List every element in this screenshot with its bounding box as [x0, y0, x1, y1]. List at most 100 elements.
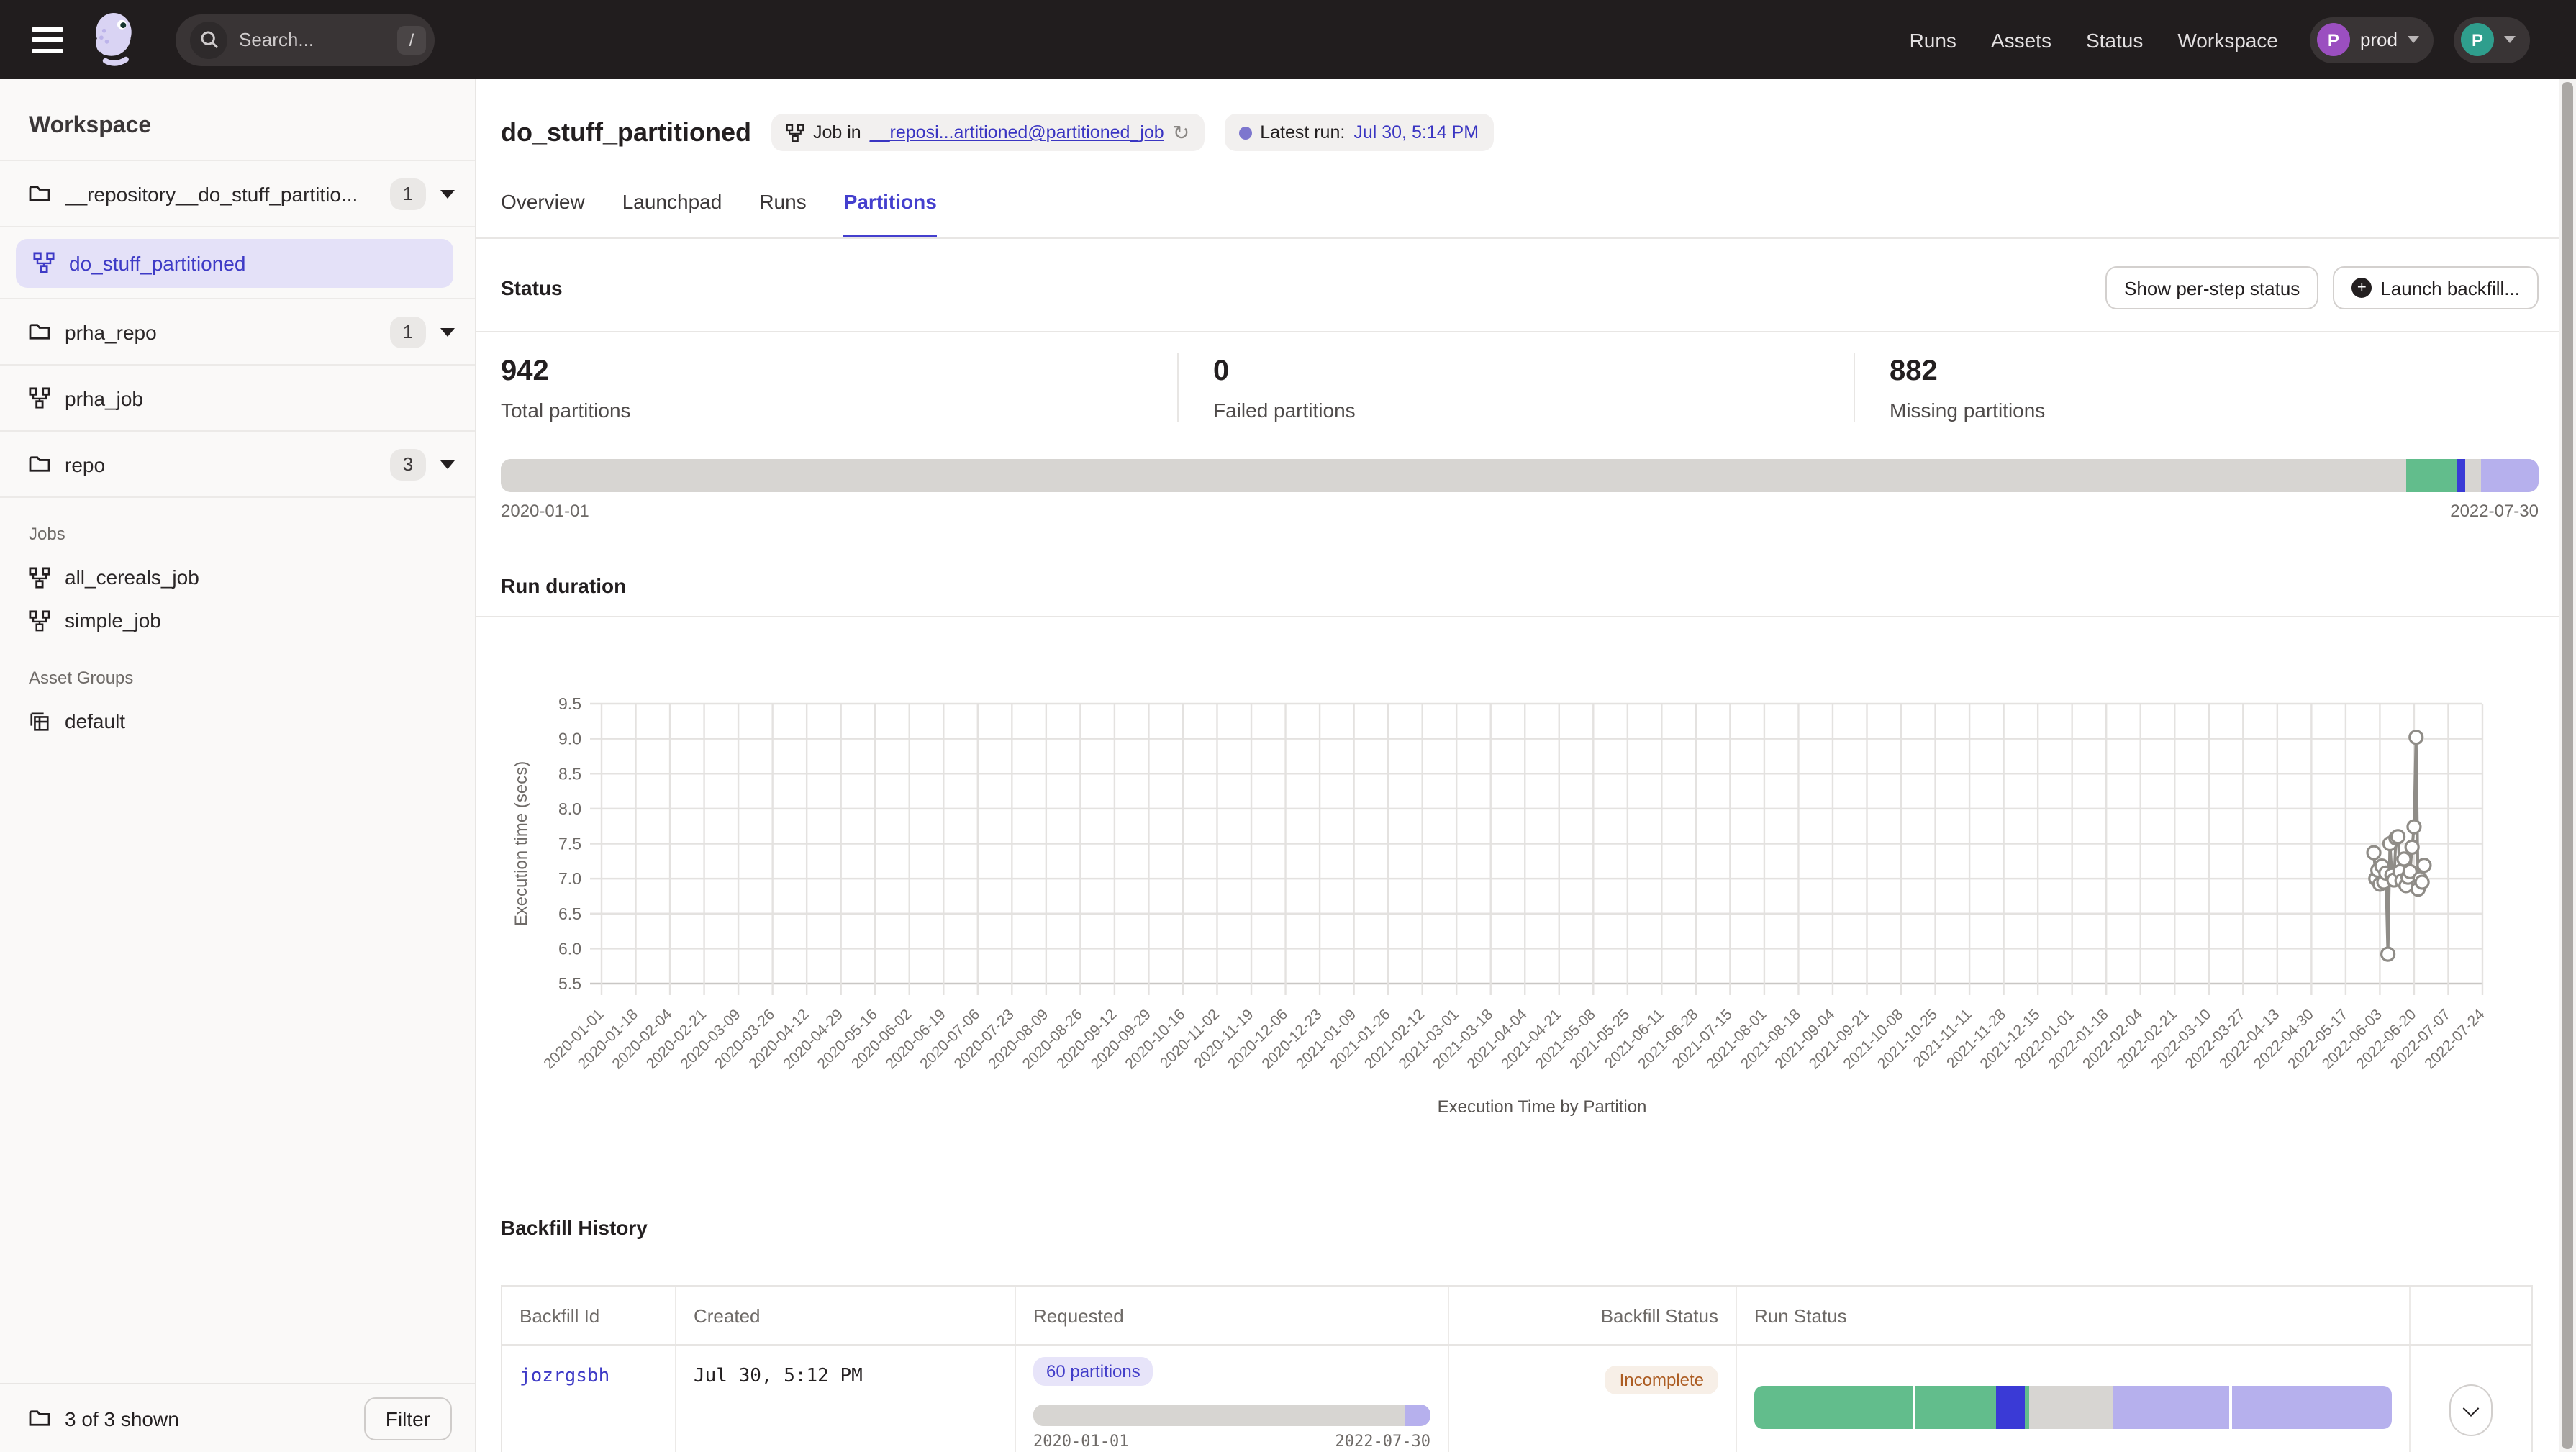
scrollbar-thumb[interactable] — [2562, 82, 2573, 1449]
sidebar-item-default-asset-group[interactable]: default — [0, 699, 475, 743]
launch-backfill-button[interactable]: + Launch backfill... — [2333, 266, 2539, 309]
latest-run-tag: Latest run: Jul 30, 5:14 PM — [1224, 114, 1493, 151]
run-status-bar[interactable] — [1754, 1385, 2392, 1428]
sidebar-item-label: prha_job — [65, 386, 143, 409]
sidebar-item-all-cereals-job[interactable]: all_cereals_job — [0, 555, 475, 599]
topbar: Search... / Runs Assets Status Workspace… — [0, 0, 2576, 79]
tab-partitions[interactable]: Partitions — [844, 190, 937, 237]
run-bar-segment — [1997, 1385, 2025, 1428]
search-input[interactable]: Search... / — [176, 14, 435, 65]
tab-overview[interactable]: Overview — [501, 190, 585, 237]
table-header-row: Backfill Id Created Requested Backfill S… — [502, 1287, 2531, 1344]
run-bar-segment — [2113, 1385, 2230, 1428]
vertical-scrollbar[interactable] — [2559, 79, 2576, 1452]
search-placeholder: Search... — [239, 29, 397, 50]
created-cell: Jul 30, 5:12 PM — [675, 1346, 1015, 1452]
job-origin-prefix: Job in — [813, 122, 861, 142]
requested-progress-bar — [1033, 1405, 1430, 1426]
jobs-section-label: Jobs — [0, 498, 475, 555]
bar-start-date: 2020-01-01 — [501, 501, 589, 521]
backfill-id-link[interactable]: jozrgsbh — [520, 1366, 609, 1387]
folder-icon — [29, 184, 50, 203]
run-bar-segment — [2232, 1385, 2392, 1428]
svg-text:6.5: 6.5 — [558, 904, 581, 923]
asset-group-label: default — [65, 709, 125, 732]
stat-value: 0 — [1213, 353, 1854, 390]
run-bar-segment — [1915, 1385, 1997, 1428]
job-tabs: Overview Launchpad Runs Partitions — [476, 190, 2559, 239]
tab-launchpad[interactable]: Launchpad — [622, 190, 722, 237]
tab-runs[interactable]: Runs — [759, 190, 806, 237]
requested-start-date: 2020-01-01 — [1033, 1432, 1128, 1451]
user-menu[interactable]: P — [2454, 17, 2530, 63]
selected-job-tile[interactable]: do_stuff_partitioned — [16, 238, 453, 287]
nav-assets[interactable]: Assets — [1991, 28, 2051, 51]
bar-segment — [1405, 1405, 1430, 1426]
requested-end-date: 2022-07-30 — [1335, 1432, 1430, 1451]
shown-count: 3 of 3 shown — [65, 1407, 179, 1430]
sidebar-item-prha-job[interactable]: prha_job — [0, 364, 475, 430]
stat-value: 882 — [1890, 353, 2530, 390]
count-badge: 3 — [390, 448, 426, 480]
partition-status-bar[interactable] — [501, 459, 2539, 492]
chart-grid: 9.59.08.58.07.57.06.56.05.52020-01-01202… — [540, 694, 2487, 1072]
folder-icon — [29, 455, 50, 473]
nav-workspace[interactable]: Workspace — [2177, 28, 2278, 51]
run-bar-segment — [1754, 1385, 1913, 1428]
filter-button[interactable]: Filter — [364, 1397, 452, 1440]
stat-value: 942 — [501, 353, 1177, 390]
count-badge: 1 — [390, 178, 426, 209]
stat-label: Total partitions — [501, 399, 1177, 422]
bar-segment — [2406, 459, 2457, 492]
partition-bar-dates: 2020-01-01 2022-07-30 — [501, 501, 2539, 521]
sidebar-item-repo[interactable]: repo 3 — [0, 430, 475, 496]
expand-caret-icon[interactable] — [440, 460, 455, 468]
page-title: do_stuff_partitioned — [501, 112, 751, 153]
reload-icon[interactable]: ↻ — [1173, 120, 1189, 145]
y-axis-label: Execution time (secs) — [512, 761, 531, 926]
col-actions — [2409, 1287, 2531, 1344]
bar-end-date: 2022-07-30 — [2450, 501, 2539, 521]
folder-icon — [29, 1409, 50, 1428]
latest-run-link[interactable]: Jul 30, 5:14 PM — [1353, 122, 1479, 142]
expand-caret-icon[interactable] — [440, 189, 455, 198]
folder-icon — [29, 322, 50, 341]
stat-label: Failed partitions — [1213, 399, 1854, 422]
sidebar-item-repository-do-stuff[interactable]: __repository__do_stuff_partitio... 1 — [0, 160, 475, 226]
job-label: all_cereals_job — [65, 566, 199, 589]
status-badge: Incomplete — [1605, 1366, 1718, 1394]
chevron-down-icon — [2504, 36, 2516, 43]
sidebar-item-label: __repository__do_stuff_partitio... — [65, 182, 390, 205]
nav-status[interactable]: Status — [2086, 28, 2143, 51]
expand-caret-icon[interactable] — [440, 327, 455, 336]
col-created: Created — [675, 1287, 1015, 1344]
asset-groups-section-label: Asset Groups — [0, 642, 475, 699]
hamburger-icon — [32, 27, 63, 31]
sidebar-item-simple-job[interactable]: simple_job — [0, 599, 475, 642]
svg-text:6.0: 6.0 — [558, 939, 581, 958]
deployment-label: prod — [2360, 29, 2398, 50]
expand-row-button[interactable] — [2449, 1384, 2493, 1435]
backfill-id-cell: jozrgsbh — [502, 1346, 675, 1452]
status-heading: Status — [501, 276, 563, 299]
job-icon — [29, 566, 50, 588]
sidebar-item-do-stuff-partitioned[interactable]: do_stuff_partitioned — [0, 226, 475, 298]
deployment-switcher[interactable]: P prod — [2310, 17, 2434, 63]
nav-runs[interactable]: Runs — [1910, 28, 1956, 51]
chevron-down-icon — [2408, 36, 2419, 43]
sidebar-title: Workspace — [0, 79, 475, 160]
job-origin-link[interactable]: __reposi...artitioned@partitioned_job — [870, 122, 1164, 142]
chart-caption: Execution Time by Partition — [1438, 1097, 1647, 1117]
sidebar-item-prha-repo[interactable]: prha_repo 1 — [0, 298, 475, 364]
col-backfill-status: Backfill Status — [1448, 1287, 1736, 1344]
menu-button[interactable] — [32, 27, 63, 53]
run-duration-heading: Run duration — [501, 574, 2539, 597]
search-icon — [190, 21, 227, 58]
execution-time-chart[interactable]: 9.59.08.58.07.57.06.56.05.52020-01-01202… — [501, 617, 2516, 1124]
plus-circle-icon: + — [2351, 278, 2372, 298]
requested-partitions-tag[interactable]: 60 partitions — [1033, 1357, 1153, 1386]
run-status-dot-icon — [1238, 126, 1251, 139]
show-per-step-status-button[interactable]: Show per-step status — [2105, 266, 2318, 309]
col-backfill-id: Backfill Id — [502, 1287, 675, 1344]
partition-stats: 942 Total partitions 0 Failed partitions… — [501, 332, 2539, 448]
